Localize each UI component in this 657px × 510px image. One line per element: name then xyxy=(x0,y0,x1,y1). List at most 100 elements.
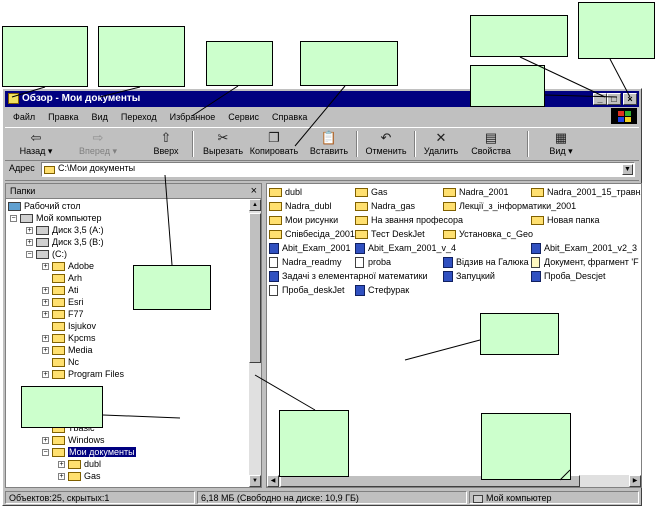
cut-button[interactable]: ✂ Вырезать xyxy=(201,130,245,158)
folders-pane-close-icon[interactable]: × xyxy=(251,184,257,198)
file-item[interactable]: Співбесіда_2001 xyxy=(269,228,355,240)
tree-item-folder[interactable]: Nc xyxy=(52,356,79,368)
tree-item-my-documents[interactable]: − Мои документы xyxy=(42,446,136,458)
file-item[interactable]: Задачі з елементарної математики xyxy=(269,270,428,283)
file-item[interactable]: Abit_Exam_2001_v_4 xyxy=(355,242,456,255)
menu-go[interactable]: Переход xyxy=(121,112,157,122)
tree-item-desktop[interactable]: Рабочий стол xyxy=(8,200,81,212)
folder-icon xyxy=(355,230,368,240)
file-item[interactable]: Проба_Descjet xyxy=(531,270,605,283)
callout-box-5 xyxy=(470,15,568,57)
toolbar-separator xyxy=(414,131,416,157)
tree-item-folder[interactable]: + Windows xyxy=(42,434,105,446)
undo-button[interactable]: ↶ Отменить xyxy=(363,130,409,158)
scroll-thumb[interactable] xyxy=(249,213,261,363)
copy-button[interactable]: ❐ Копировать xyxy=(249,130,299,158)
file-item[interactable]: Nadra_readmy xyxy=(269,256,342,269)
view-button[interactable]: ▦ Вид ▾ xyxy=(537,130,585,158)
address-input[interactable]: C:\Мои документы ▼ xyxy=(41,162,635,177)
scroll-up-icon[interactable]: ▲ xyxy=(249,199,261,211)
tree-item-folder[interactable]: + Ati xyxy=(42,284,79,296)
address-dropdown-button[interactable]: ▼ xyxy=(622,164,633,175)
folders-vertical-scrollbar[interactable]: ▲ ▼ xyxy=(249,199,261,487)
paste-icon: 📋 xyxy=(320,130,338,145)
folders-pane-header: Папки × xyxy=(6,184,261,199)
status-bar: Объектов:25, скрытых:1 6,18 МБ (Свободно… xyxy=(5,491,639,505)
tree-item-folder[interactable]: + dubl xyxy=(58,458,101,470)
folder-icon xyxy=(52,310,65,320)
word-document-icon xyxy=(355,243,365,255)
file-item[interactable]: Тест DeskJet xyxy=(355,228,425,240)
file-item[interactable]: Відзив на Галюка xyxy=(443,256,529,269)
menu-file[interactable]: Файл xyxy=(13,112,35,122)
delete-button[interactable]: ✕ Удалить xyxy=(420,130,462,158)
tree-item-folder[interactable]: + Media xyxy=(42,344,93,356)
file-item[interactable]: Проба_deskJet xyxy=(269,284,344,297)
file-item[interactable]: Nadra_dubl xyxy=(269,200,332,212)
back-arrow-icon: ⇦ xyxy=(30,130,42,145)
file-item[interactable]: Документ, фрагмент 'F xyxy=(531,256,639,269)
folder-icon xyxy=(355,202,368,212)
minimize-button[interactable]: _ xyxy=(593,93,607,105)
menu-edit[interactable]: Правка xyxy=(48,112,78,122)
file-item[interactable]: Запуцкий xyxy=(443,270,495,283)
menu-bar: Файл Правка Вид Переход Избранное Сервис Справ… xyxy=(5,109,639,125)
close-button[interactable]: × xyxy=(623,93,637,105)
file-item[interactable]: Лекції_з_інформатики_2001 xyxy=(443,200,576,212)
folder-icon xyxy=(52,286,65,296)
scroll-down-icon[interactable]: ▼ xyxy=(249,475,261,487)
expand-icon: + xyxy=(26,227,33,235)
callout-box-9 xyxy=(21,386,103,428)
file-item[interactable]: Мои рисунки xyxy=(269,214,338,226)
callout-box-12 xyxy=(481,413,571,480)
file-item[interactable]: Новая папка xyxy=(531,214,599,226)
maximize-button[interactable]: □ xyxy=(607,93,621,105)
callout-box-4 xyxy=(300,41,398,86)
word-document-icon xyxy=(531,271,541,283)
folder-icon xyxy=(443,202,456,212)
folder-icon xyxy=(443,230,456,240)
menu-help[interactable]: Справка xyxy=(272,112,307,122)
tree-item-folder[interactable]: + Adobe xyxy=(42,260,94,272)
tree-item-folder[interactable]: + F77 xyxy=(42,308,84,320)
view-grid-icon: ▦ xyxy=(554,130,568,145)
scroll-right-icon[interactable]: ▶ xyxy=(629,475,641,487)
forward-button[interactable]: ⇨ Вперед ▾ xyxy=(75,130,121,158)
file-item[interactable]: Nadra_gas xyxy=(355,200,415,212)
word-document-icon xyxy=(443,271,453,283)
tree-item-folder[interactable]: + Gas xyxy=(58,470,101,482)
back-button[interactable]: ⇦ Назад ▾ xyxy=(13,130,59,158)
tree-item-folder[interactable]: + Esri xyxy=(42,296,84,308)
file-item[interactable]: dubl xyxy=(269,186,302,198)
file-item[interactable]: Abit_Exam_2001_v2_3 xyxy=(531,242,637,255)
file-item[interactable]: Abit_Exam_2001 xyxy=(269,242,351,255)
tree-item-folder[interactable]: + Program Files xyxy=(42,368,124,380)
file-item[interactable]: proba xyxy=(355,256,391,269)
tree-item-my-computer[interactable]: − Мой компьютер xyxy=(10,212,102,224)
folder-icon xyxy=(269,188,282,198)
menu-favorites[interactable]: Избранное xyxy=(170,112,216,122)
callout-box-7 xyxy=(470,65,545,107)
address-value: C:\Мои документы xyxy=(58,163,136,173)
expand-icon: + xyxy=(42,335,49,343)
tree-item-drive-c[interactable]: − (C:) xyxy=(26,248,67,260)
properties-button[interactable]: ▤ Свойства xyxy=(469,130,513,158)
menu-view[interactable]: Вид xyxy=(92,112,108,122)
file-item[interactable]: Nadra_2001_15_травня xyxy=(531,186,641,198)
file-item[interactable]: На звання професора xyxy=(355,214,463,226)
file-item[interactable]: Gas xyxy=(355,186,388,198)
forward-arrow-icon: ⇨ xyxy=(92,130,104,145)
up-button[interactable]: ⇧ Вверх xyxy=(148,130,184,158)
tree-item-folder[interactable]: Isjukov xyxy=(52,320,96,332)
file-item[interactable]: Стефурак xyxy=(355,284,409,297)
tree-item-drive-a[interactable]: + Диск 3,5 (A:) xyxy=(26,224,104,236)
paste-button[interactable]: 📋 Вставить xyxy=(307,130,351,158)
tree-item-folder[interactable]: Arh xyxy=(52,272,82,284)
file-item[interactable]: Установка_c_Geo xyxy=(443,228,533,240)
menu-tools[interactable]: Сервис xyxy=(228,112,259,122)
file-item[interactable]: Nadra_2001 xyxy=(443,186,509,198)
tree-item-folder[interactable]: + Kpcms xyxy=(42,332,96,344)
tree-item-drive-b[interactable]: + Диск 3,5 (B:) xyxy=(26,236,104,248)
copy-icon: ❐ xyxy=(268,130,280,145)
scroll-left-icon[interactable]: ◀ xyxy=(267,475,279,487)
